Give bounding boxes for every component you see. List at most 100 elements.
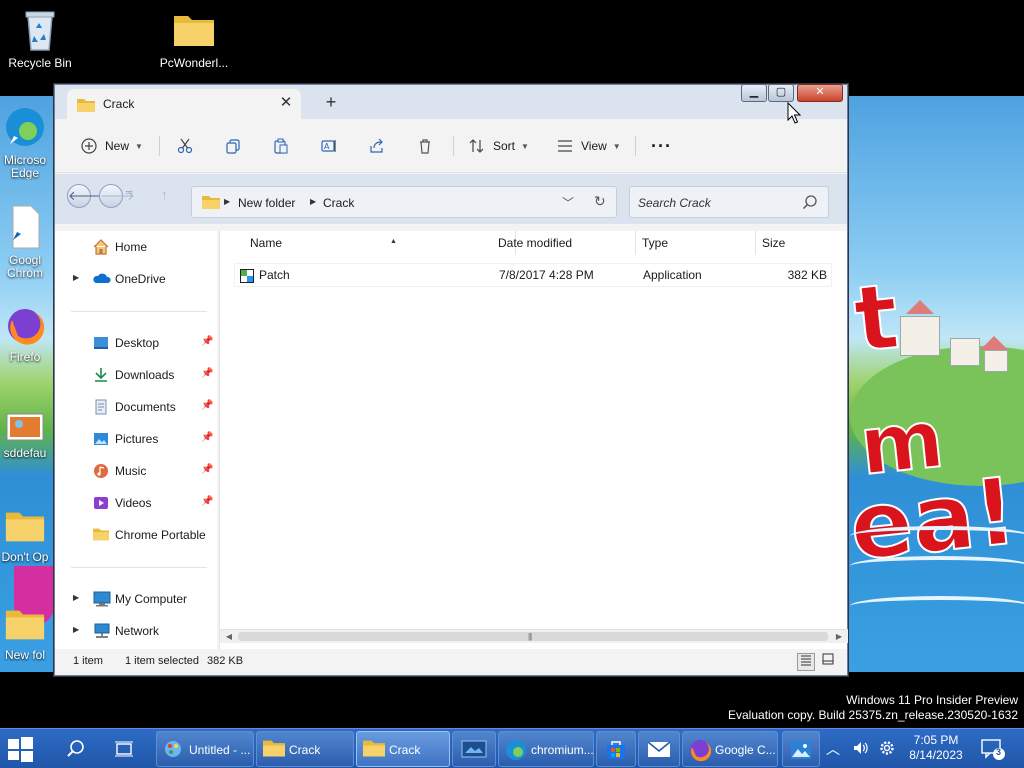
volume-button[interactable]	[852, 739, 870, 760]
desktop-icon-chrome[interactable]: Googl Chrom	[0, 204, 56, 280]
pin-icon[interactable]: 📌	[201, 368, 213, 379]
notifications-button[interactable]: 3	[980, 737, 1006, 764]
search-input[interactable]	[638, 194, 798, 212]
desktop-icon-dont-open[interactable]: Don't Op	[0, 506, 56, 564]
chevron-right-icon[interactable]: ▶	[73, 625, 79, 634]
taskbar-app-label: Google C...	[715, 743, 776, 757]
scroll-thumb[interactable]: |||	[238, 632, 828, 641]
new-button[interactable]: New ▼	[81, 133, 143, 159]
details-view-button[interactable]	[797, 653, 815, 671]
rename-button[interactable]: A	[321, 133, 337, 159]
pin-icon[interactable]: 📌	[201, 464, 213, 475]
nav-item-chrome-portable[interactable]: Chrome Portable	[55, 521, 217, 549]
address-dropdown-icon[interactable]: ﹀	[562, 194, 574, 211]
horizontal-scrollbar[interactable]: ◀ ||| ▶	[220, 629, 848, 643]
svg-text:A: A	[324, 142, 330, 151]
up-arrow-icon[interactable]: ↑	[161, 187, 168, 202]
close-button[interactable]: ✕	[797, 84, 843, 102]
nav-label: Downloads	[115, 368, 175, 382]
nav-label: Pictures	[115, 432, 159, 446]
pin-icon[interactable]: 📌	[201, 432, 213, 443]
taskbar-app-photos[interactable]	[782, 731, 820, 767]
taskbar-app-crack-active[interactable]: Crack	[356, 731, 450, 767]
file-size: 382 KB	[787, 268, 827, 282]
copy-button[interactable]	[225, 133, 241, 159]
folder-icon	[202, 196, 220, 209]
desktop-icon-recycle-bin[interactable]: Recycle Bin	[0, 8, 80, 70]
nav-item-network[interactable]: ▶ Network	[55, 617, 217, 645]
search-icon	[67, 740, 84, 757]
pin-icon[interactable]: 📌	[201, 496, 213, 507]
recent-locations-icon[interactable]: ═	[126, 187, 132, 197]
share-button[interactable]	[369, 133, 385, 159]
title-bar[interactable]: Crack ✕ + ▁ ▢ ✕	[55, 84, 847, 119]
show-hidden-icons-button[interactable]: ︿	[826, 739, 840, 759]
chevron-right-icon[interactable]: ▶	[73, 273, 79, 282]
maximize-button[interactable]: ▢	[768, 84, 794, 102]
taskbar-app-mail[interactable]	[638, 731, 680, 767]
taskbar-app-label: chromium...	[531, 743, 594, 757]
forward-button[interactable]: 🡒	[99, 184, 135, 208]
taskbar-app-crack[interactable]: Crack	[256, 731, 354, 767]
taskbar-app-paint[interactable]: Untitled - ...	[156, 731, 254, 767]
scroll-right-icon[interactable]: ▶	[832, 631, 846, 643]
chevron-right-icon[interactable]: ▶	[73, 593, 79, 602]
column-header-size[interactable]: Size	[756, 231, 848, 255]
tab-close-button[interactable]: ✕	[277, 94, 295, 112]
desktop-icon-sddefault[interactable]: sddefau	[0, 412, 56, 460]
taskbar-app-google-chrome[interactable]: Google C...	[682, 731, 778, 767]
minimize-button[interactable]: ▁	[741, 84, 767, 102]
settings-tray-button[interactable]	[878, 739, 896, 760]
nav-item-documents[interactable]: Documents 📌	[55, 393, 217, 421]
nav-item-desktop[interactable]: Desktop 📌	[55, 329, 217, 357]
cut-button[interactable]	[177, 133, 193, 159]
search-taskbar-button[interactable]	[66, 731, 94, 767]
back-button[interactable]: 🡐	[67, 184, 103, 208]
breadcrumb-separator-icon[interactable]: ▶	[310, 197, 316, 206]
desktop-icon-edge[interactable]: Microso Edge	[0, 104, 56, 180]
nav-item-music[interactable]: Music 📌	[55, 457, 217, 485]
search-box[interactable]	[629, 186, 829, 218]
tiles-view-button[interactable]	[819, 653, 837, 671]
pin-icon[interactable]: 📌	[201, 336, 213, 347]
clock[interactable]: 7:05 PM 8/14/2023	[898, 733, 974, 763]
address-bar[interactable]: ▶ New folder ▶ Crack ﹀ ↻	[191, 186, 617, 218]
nav-item-home[interactable]: Home	[55, 233, 217, 261]
view-button[interactable]: View ▼	[557, 133, 621, 159]
start-button[interactable]	[4, 731, 40, 767]
nav-item-pictures[interactable]: Pictures 📌	[55, 425, 217, 453]
nav-item-my-computer[interactable]: ▶ My Computer	[55, 585, 217, 613]
column-header-type[interactable]: Type	[636, 231, 756, 255]
file-list: Name ▲ Date modified Type Size Patch 7/8…	[219, 231, 848, 651]
nav-item-videos[interactable]: Videos 📌	[55, 489, 217, 517]
sort-button[interactable]: Sort ▼	[469, 133, 529, 159]
delete-button[interactable]	[417, 133, 433, 159]
nav-item-downloads[interactable]: Downloads 📌	[55, 361, 217, 389]
new-tab-button[interactable]: +	[321, 92, 341, 112]
breadcrumb-crack[interactable]: Crack	[323, 196, 354, 210]
desktop-icon-new-folder[interactable]: New fol	[0, 604, 56, 662]
tab-crack[interactable]: Crack ✕	[67, 89, 301, 119]
breadcrumb-separator-icon[interactable]: ▶	[224, 197, 230, 206]
more-options-button[interactable]: ···	[651, 133, 672, 159]
nav-label: Network	[115, 624, 160, 638]
view-icon	[558, 140, 572, 152]
taskbar-app-chromium[interactable]: chromium...	[498, 731, 594, 767]
taskbar-app-media[interactable]	[452, 731, 496, 767]
column-header-date[interactable]: Date modified	[492, 231, 636, 255]
search-icon[interactable]	[802, 194, 818, 210]
desktop-icon-firefox[interactable]: Firefo	[0, 306, 56, 364]
view-label: View	[581, 139, 607, 153]
nav-item-onedrive[interactable]: ▶ OneDrive	[55, 265, 217, 293]
refresh-icon[interactable]: ↻	[594, 193, 606, 210]
pin-icon[interactable]: 📌	[201, 400, 213, 411]
desktop-icon-pcwonderland[interactable]: PcWonderl...	[154, 8, 234, 70]
taskbar-app-store[interactable]	[596, 731, 636, 767]
breadcrumb-new-folder[interactable]: New folder	[238, 196, 295, 210]
scroll-left-icon[interactable]: ◀	[222, 631, 236, 643]
sort-icon	[469, 139, 484, 153]
column-header-name[interactable]: Name ▲	[244, 231, 516, 255]
paste-button[interactable]	[273, 133, 289, 159]
file-row[interactable]: Patch 7/8/2017 4:28 PM Application 382 K…	[234, 263, 832, 287]
task-view-button[interactable]	[114, 731, 142, 767]
